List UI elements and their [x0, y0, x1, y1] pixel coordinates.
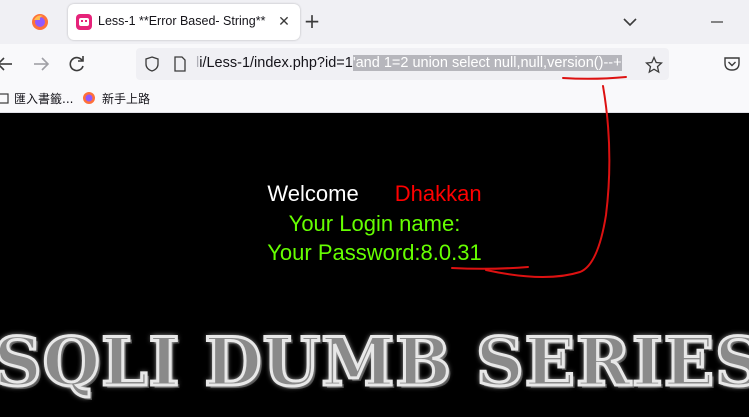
- new-tab-button[interactable]: +: [300, 9, 324, 33]
- url-selected-injection: and 1=2 union select null,null,version()…: [355, 55, 622, 71]
- bookmarks-toolbar: 匯入書籤... 新手上路: [0, 84, 749, 113]
- url-text[interactable]: li/Less-1/index.php?id=1'and 1=2 union s…: [196, 55, 622, 71]
- address-bar[interactable]: li/Less-1/index.php?id=1'and 1=2 union s…: [136, 48, 669, 80]
- tab-title: Less-1 **Error Based- String**: [98, 14, 266, 28]
- login-name-label: Your Login name:: [288, 211, 461, 236]
- list-all-tabs-chevron-icon[interactable]: [620, 12, 640, 32]
- tab-active[interactable]: Less-1 **Error Based- String** ✕: [68, 4, 300, 40]
- page-info-icon[interactable]: [173, 56, 187, 72]
- password-line: Your Password:8.0.31: [0, 240, 749, 266]
- reload-icon[interactable]: [66, 53, 88, 75]
- forward-arrow-icon[interactable]: [30, 53, 52, 75]
- welcome-label: Welcome: [267, 181, 359, 206]
- bookmark-getting-started[interactable]: 新手上路: [102, 90, 150, 107]
- back-arrow-icon[interactable]: [0, 53, 16, 75]
- url-id-value: 1: [344, 55, 353, 71]
- tracking-protection-shield-icon[interactable]: [144, 56, 160, 72]
- user-name: Dhakkan: [394, 181, 482, 206]
- page-content: Welcome Dhakkan Your Login name: Your Pas…: [0, 113, 749, 417]
- navigation-toolbar: li/Less-1/index.php?id=1'and 1=2 union s…: [0, 44, 749, 84]
- bookmark-import[interactable]: 匯入書籤...: [14, 90, 73, 107]
- tab-close-icon[interactable]: ✕: [274, 12, 294, 32]
- password-value: 8.0.31: [420, 240, 482, 265]
- url-path: i/Less-1/index.php?id=: [199, 55, 345, 71]
- login-name-line: Your Login name:: [0, 211, 749, 237]
- password-label: Your Password:: [267, 240, 421, 265]
- import-bookmarks-icon: [0, 93, 9, 104]
- welcome-line: Welcome Dhakkan: [0, 181, 749, 207]
- window-minimize-icon[interactable]: [702, 12, 732, 32]
- firefox-bookmark-icon: [83, 92, 95, 104]
- firefox-view-icon[interactable]: [30, 12, 50, 32]
- tab-strip: Less-1 **Error Based- String** ✕ +: [0, 0, 749, 44]
- sqli-dumb-series-banner: SQLI DUMB SERIES: [0, 322, 749, 403]
- pocket-icon[interactable]: [723, 55, 741, 73]
- site-favicon-icon: [76, 14, 92, 30]
- bookmark-star-icon[interactable]: [645, 56, 663, 74]
